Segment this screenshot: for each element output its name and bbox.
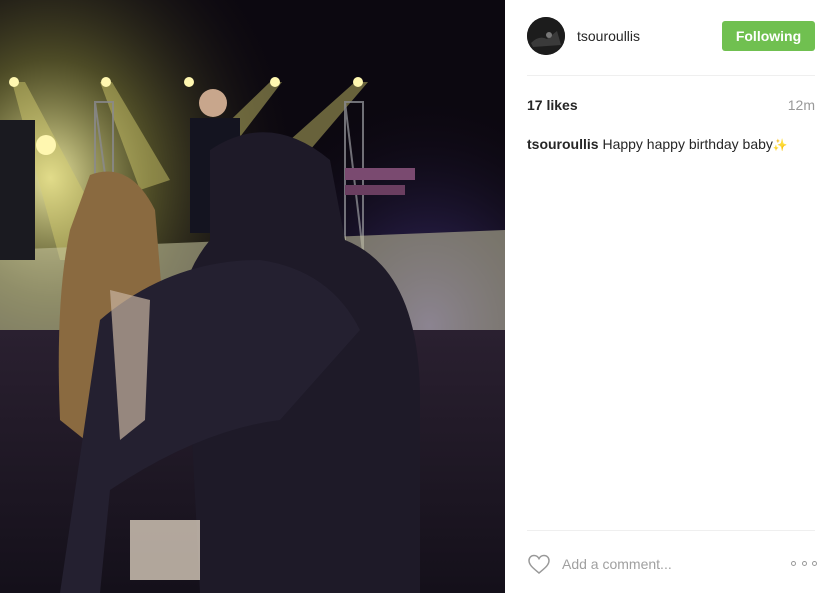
user-avatar[interactable] — [527, 17, 565, 55]
post-caption: tsouroullis Happy happy birthday baby✨ — [527, 135, 817, 154]
concert-photo — [0, 0, 505, 593]
username-link[interactable]: tsouroullis — [577, 28, 640, 44]
heart-icon[interactable] — [527, 553, 551, 575]
sparkles-emoji: ✨ — [772, 138, 788, 152]
post-header: tsouroullis Following — [505, 0, 832, 75]
caption-username-link[interactable]: tsouroullis — [527, 136, 599, 152]
post-photo[interactable] — [0, 0, 505, 593]
post-timestamp[interactable]: 12m — [788, 97, 815, 113]
likes-count[interactable]: 17 likes — [527, 97, 578, 113]
caption-text: Happy happy birthday baby — [602, 136, 773, 152]
post-details-panel: tsouroullis Following 17 likes 12m tsour… — [505, 0, 832, 593]
following-button[interactable]: Following — [722, 21, 815, 51]
divider — [527, 530, 815, 531]
comment-input[interactable] — [562, 554, 772, 574]
divider — [527, 75, 815, 76]
more-options-icon[interactable] — [791, 558, 817, 568]
